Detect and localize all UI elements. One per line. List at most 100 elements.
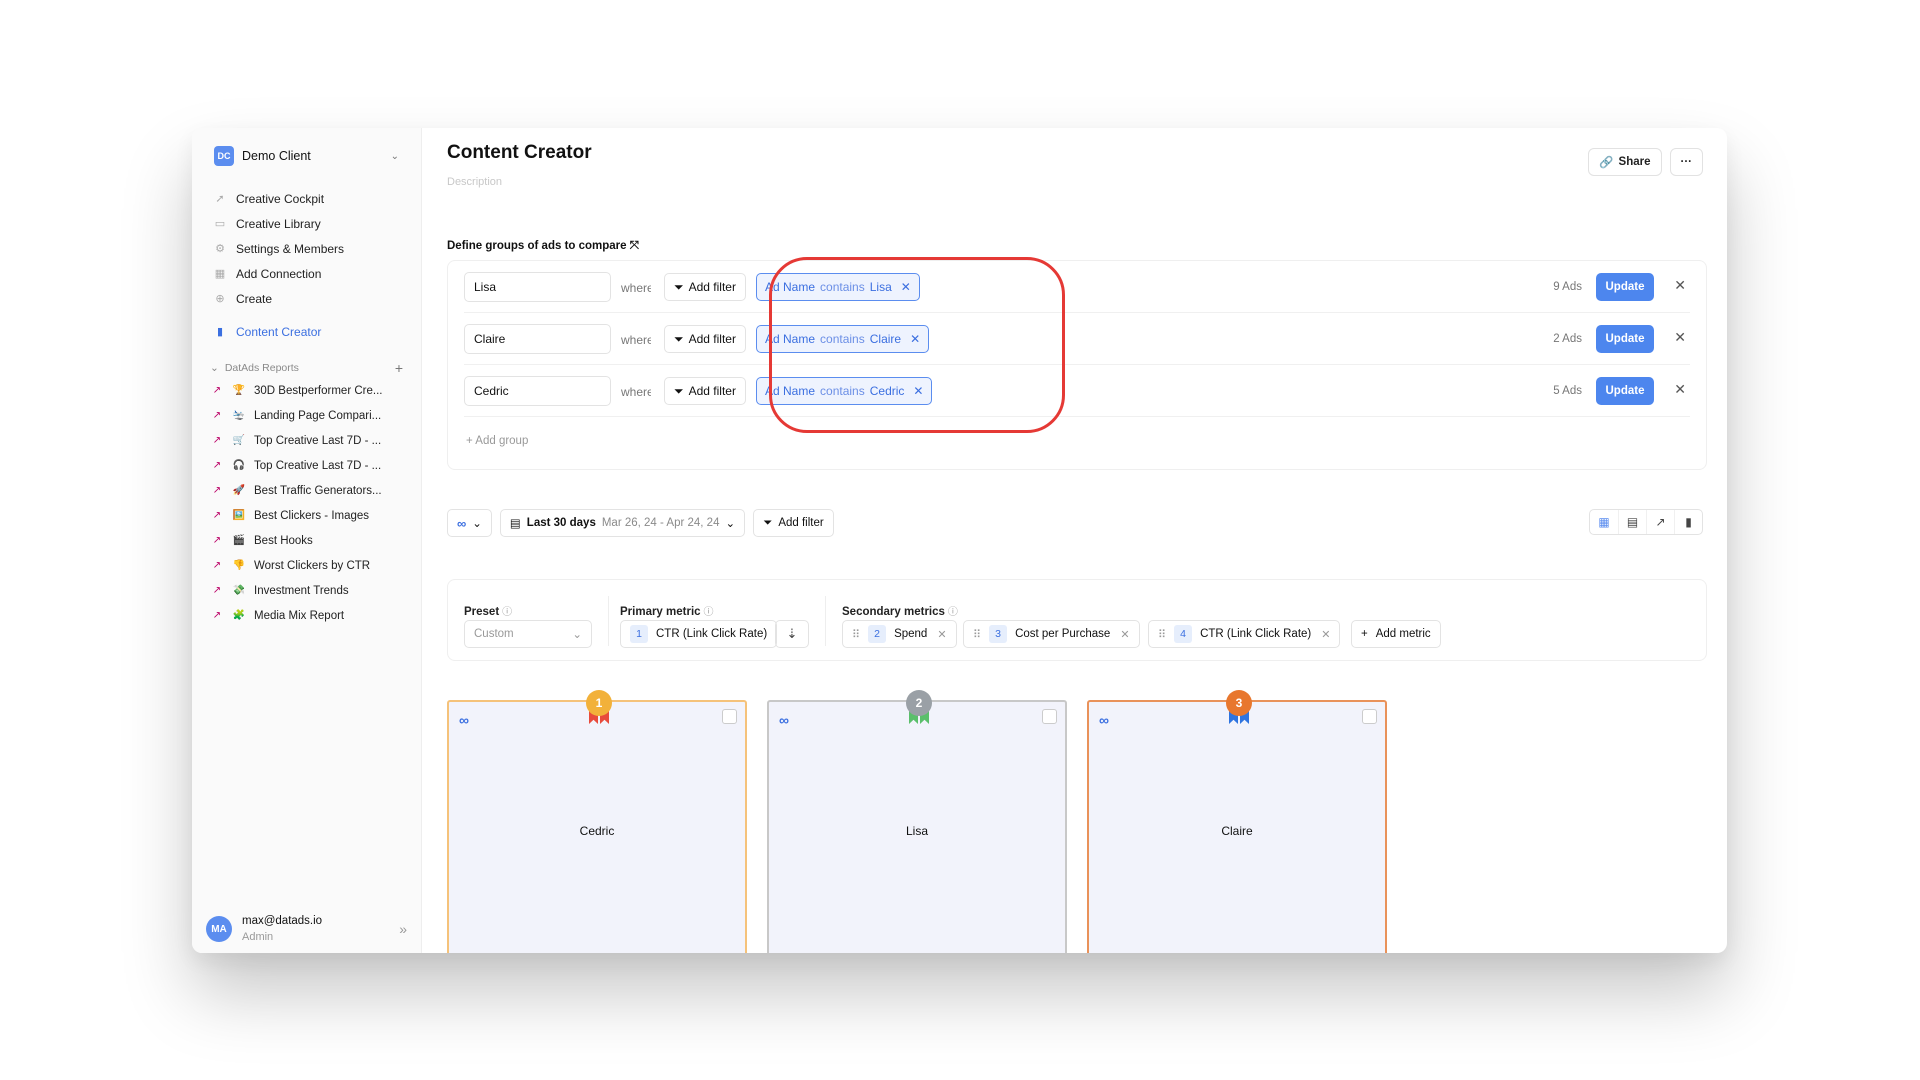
close-icon[interactable]: ✕ — [1120, 628, 1129, 641]
report-item[interactable]: ↗ 💸 Investment Trends — [206, 578, 407, 603]
update-button[interactable]: Update — [1596, 377, 1654, 405]
reports-section-header[interactable]: ⌄ DatAds Reports + — [206, 358, 407, 378]
group-name-input[interactable]: Claire — [464, 324, 611, 354]
where-label: where — [621, 281, 651, 295]
drag-handle-icon[interactable]: ⠿ — [852, 628, 860, 641]
report-item[interactable]: ↗ 🖼️ Best Clickers - Images — [206, 503, 407, 528]
report-item[interactable]: ↗ 🚀 Best Traffic Generators... — [206, 478, 407, 503]
client-selector[interactable]: DC Demo Client ⌄ — [206, 140, 407, 172]
group-name-input[interactable]: Cedric — [464, 376, 611, 406]
date-range-picker[interactable]: ▤ Last 30 days Mar 26, 24 - Apr 24, 24 ⌄ — [499, 509, 746, 537]
close-icon[interactable]: ✕ — [1674, 277, 1686, 294]
group-name-input[interactable]: Lisa — [464, 272, 611, 302]
meta-icon: ∞ — [457, 515, 467, 531]
add-filter-button[interactable]: ⏷ Add filter — [664, 273, 746, 301]
report-icon: ↗ — [212, 435, 222, 446]
trend-icon[interactable]: ↗ — [1646, 510, 1674, 534]
share-button[interactable]: 🔗 Share — [1588, 148, 1662, 176]
report-item[interactable]: ↗ 🎧 Top Creative Last 7D - ... — [206, 453, 407, 478]
creative-card[interactable]: ∞ 3 Claire — [1087, 690, 1387, 953]
info-icon[interactable]: ⓘ — [502, 607, 512, 618]
metric-name: CTR (Link Click Rate) — [656, 628, 768, 640]
report-label: Top Creative Last 7D - ... — [254, 434, 382, 447]
meta-icon: ∞ — [459, 712, 469, 728]
creative-card[interactable]: ∞ 2 Lisa — [767, 690, 1067, 953]
nav-content-creator[interactable]: ▮ Content Creator — [206, 319, 407, 344]
ads-count: 5 Ads — [1553, 385, 1582, 397]
add-filter-button[interactable]: ⏷ Add filter — [753, 509, 834, 537]
add-filter-label: Add filter — [688, 280, 736, 294]
add-group-button[interactable]: + Add group — [466, 435, 528, 447]
creative-card[interactable]: ∞ 1 Cedric — [447, 690, 747, 953]
date-preset: Last 30 days — [526, 517, 596, 529]
primary-metric-chip[interactable]: 1 CTR (Link Click Rate) — [620, 620, 778, 648]
bar-chart-icon[interactable]: ▮ — [1674, 510, 1702, 534]
grid-icon[interactable]: ▦ — [1590, 510, 1618, 534]
select-checkbox[interactable] — [722, 709, 737, 724]
nav-settings-members[interactable]: ⚙ Settings & Members — [206, 236, 407, 261]
calendar-icon: ▤ — [509, 518, 521, 530]
report-label: Best Clickers - Images — [254, 509, 370, 522]
nav-add-connection[interactable]: ▦ Add Connection — [206, 261, 407, 286]
add-filter-button[interactable]: ⏷ Add filter — [664, 377, 746, 405]
report-emoji: 🎬 — [232, 535, 246, 546]
table-icon[interactable]: ▤ — [1618, 510, 1646, 534]
update-button[interactable]: Update — [1596, 325, 1654, 353]
more-options-button[interactable]: ··· — [1669, 148, 1703, 176]
preset-value: Custom — [474, 628, 514, 640]
sort-order-button[interactable]: ⇣ — [775, 620, 809, 648]
user-profile[interactable]: MA max@datads.io Admin » — [206, 915, 407, 943]
update-button[interactable]: Update — [1596, 273, 1654, 301]
report-emoji: 🛬 — [232, 410, 246, 421]
add-filter-button[interactable]: ⏷ Add filter — [664, 325, 746, 353]
preset-select[interactable]: Custom ⌄ — [464, 620, 592, 648]
ads-count: 2 Ads — [1553, 333, 1582, 345]
nav-creative-cockpit[interactable]: ➚ Creative Cockpit — [206, 186, 407, 211]
platform-selector[interactable]: ∞ ⌄ — [447, 509, 492, 537]
close-icon[interactable]: ✕ — [1321, 628, 1330, 641]
drag-handle-icon[interactable]: ⠿ — [1158, 628, 1166, 641]
secondary-metric-chip[interactable]: ⠿ 4 CTR (Link Click Rate) ✕ — [1148, 620, 1341, 648]
client-name: Demo Client — [242, 149, 311, 163]
select-checkbox[interactable] — [1362, 709, 1377, 724]
report-item[interactable]: ↗ 🧩 Media Mix Report — [206, 603, 407, 628]
add-metric-button[interactable]: + Add metric — [1351, 620, 1441, 648]
report-label: Media Mix Report — [254, 609, 345, 622]
info-icon[interactable]: ⓘ — [948, 607, 958, 618]
medal-rank: 2 — [906, 690, 932, 716]
metric-number: 3 — [989, 625, 1008, 643]
report-item[interactable]: ↗ 🏆 30D Bestperformer Cre... — [206, 378, 407, 403]
secondary-metric-chip[interactable]: ⠿ 2 Spend ✕ — [842, 620, 957, 648]
report-item[interactable]: ↗ 🛒 Top Creative Last 7D - ... — [206, 428, 407, 453]
report-item[interactable]: ↗ 👎 Worst Clickers by CTR — [206, 553, 407, 578]
close-icon[interactable]: ✕ — [1674, 381, 1686, 398]
divider — [825, 596, 826, 646]
secondary-metric-chip[interactable]: ⠿ 3 Cost per Purchase ✕ — [963, 620, 1140, 648]
plus-icon: + — [1361, 628, 1368, 640]
report-emoji: 🎧 — [232, 460, 246, 471]
user-email: max@datads.io — [242, 915, 323, 927]
info-icon[interactable]: ⓘ — [704, 607, 714, 618]
drag-handle-icon[interactable]: ⠿ — [973, 628, 981, 641]
report-item[interactable]: ↗ 🎬 Best Hooks — [206, 528, 407, 553]
chevron-down-icon: ⌄ — [725, 518, 736, 530]
filter-icon: ⏷ — [674, 383, 684, 398]
report-item[interactable]: ↗ 🛬 Landing Page Compari... — [206, 403, 407, 428]
collapse-sidebar-icon[interactable]: » — [399, 921, 407, 937]
nav-creative-library[interactable]: ▭ Creative Library — [206, 211, 407, 236]
report-icon: ↗ — [212, 560, 222, 571]
nav-label: Content Creator — [236, 324, 322, 339]
report-emoji: 🏆 — [232, 385, 246, 396]
creative-name: Claire — [1221, 824, 1253, 838]
page-description[interactable]: Description — [447, 176, 502, 188]
nav-create[interactable]: ⊕ Create — [206, 286, 407, 311]
share-label: Share — [1618, 156, 1651, 168]
add-report-icon[interactable]: + — [395, 360, 403, 376]
close-icon[interactable]: ✕ — [1674, 329, 1686, 346]
add-filter-label: Add filter — [688, 384, 736, 398]
preset-label: Preset ⓘ — [464, 603, 512, 618]
expand-icon[interactable]: ⤧ — [630, 240, 639, 252]
section-title: DatAds Reports — [224, 362, 299, 374]
close-icon[interactable]: ✕ — [937, 628, 946, 641]
select-checkbox[interactable] — [1042, 709, 1057, 724]
